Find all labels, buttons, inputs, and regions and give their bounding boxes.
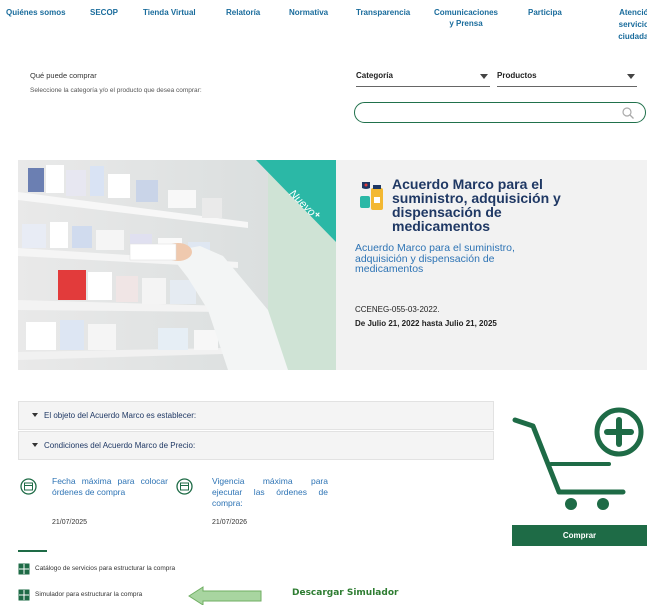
intro-title: Qué puede comprar xyxy=(30,71,97,80)
order-deadline-label: Fecha máxima para colocar órdenes de com… xyxy=(52,476,168,497)
nav-item-quienes-somos[interactable]: Quiénes somos xyxy=(6,7,66,18)
category-select-label: Categoría xyxy=(356,71,393,80)
download-simulator-link[interactable]: Descargar Simulador xyxy=(292,588,398,598)
left-arrow-icon xyxy=(188,586,262,605)
products-select-label: Productos xyxy=(497,71,537,80)
validity-deadline-label: Vigencia máxima para ejecutar las órdene… xyxy=(212,476,328,508)
catalog-link-label: Catálogo de servicios para estructurar l… xyxy=(35,565,176,572)
accordion-label: El objeto del Acuerdo Marco es establece… xyxy=(44,411,197,420)
simulator-link-label: Simulador para estructurar la compra xyxy=(35,591,143,598)
accordion-objeto[interactable]: El objeto del Acuerdo Marco es establece… xyxy=(18,401,494,430)
hero-subtitle: Acuerdo Marco para el suministro, adquis… xyxy=(355,242,515,275)
search-input[interactable] xyxy=(354,102,646,123)
accordion-label: Condiciones del Acuerdo Marco de Precio: xyxy=(44,441,196,450)
calendar-icon xyxy=(20,478,37,495)
nav-item-participa[interactable]: Participa xyxy=(528,7,562,18)
nav-item-transparencia[interactable]: Transparencia xyxy=(356,7,410,18)
nav-item-atencion[interactable]: Atención y servicio a l ciudadanía xyxy=(600,7,647,43)
caret-down-icon xyxy=(32,413,38,417)
top-navigation: Quiénes somos SECOP Tienda Virtual Relat… xyxy=(0,0,647,56)
grid-file-icon xyxy=(18,563,30,575)
catalog-link[interactable]: Catálogo de servicios para estructurar l… xyxy=(18,563,258,575)
validity-deadline-value: 21/07/2026 xyxy=(212,519,248,526)
search-icon[interactable] xyxy=(621,106,635,120)
medicine-bottle-icon xyxy=(360,182,383,210)
intro-subtitle: Seleccione la categoría y/o el producto … xyxy=(30,87,202,94)
products-select[interactable]: Productos xyxy=(497,67,637,87)
category-select[interactable]: Categoría xyxy=(356,67,490,87)
nav-item-secop[interactable]: SECOP xyxy=(90,7,118,18)
grid-file-icon xyxy=(18,589,30,601)
caret-down-icon xyxy=(32,443,38,447)
simulator-link[interactable]: Simulador para estructurar la compra xyxy=(18,589,188,601)
accordion-condiciones[interactable]: Condiciones del Acuerdo Marco de Precio: xyxy=(18,431,494,460)
chevron-down-icon xyxy=(627,74,635,79)
nav-item-tienda-virtual[interactable]: Tienda Virtual xyxy=(143,7,196,18)
nav-item-relatoria[interactable]: Relatoría xyxy=(226,7,260,18)
calendar-icon xyxy=(176,478,193,495)
hero-title: Acuerdo Marco para el suministro, adquis… xyxy=(392,176,561,234)
nav-item-normativa[interactable]: Normativa xyxy=(289,7,328,18)
nav-item-comunicaciones[interactable]: Comunicaciones y Prensa xyxy=(426,7,506,29)
chevron-down-icon xyxy=(480,74,488,79)
hero-code: CCENEG-055-03-2022. xyxy=(355,305,440,314)
divider xyxy=(18,550,47,552)
buy-button[interactable]: Comprar xyxy=(512,525,647,546)
order-deadline-value: 21/07/2025 xyxy=(52,519,88,526)
hero-pharmacy-image: Nuevo + xyxy=(18,160,336,370)
hero-dates: De Julio 21, 2022 hasta Julio 21, 2025 xyxy=(355,319,497,328)
shopping-cart-add-icon[interactable] xyxy=(511,394,647,516)
